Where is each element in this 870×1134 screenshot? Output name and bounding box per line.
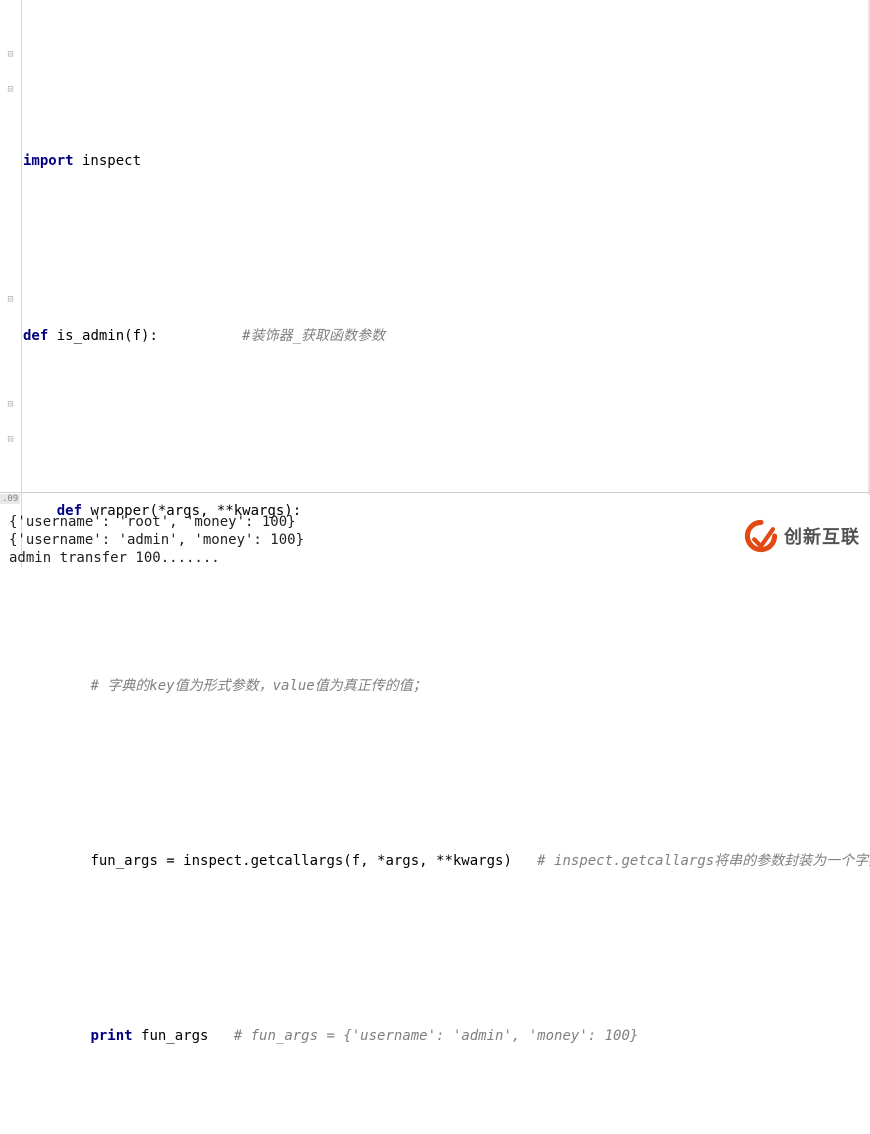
code-line[interactable]: fun_args = inspect.getcallargs(f, *args,… (21, 844, 868, 879)
ratio-indicator: .09 (0, 494, 20, 504)
code-editor[interactable]: import inspect def is_admin(f): #装饰器_获取函… (21, 0, 868, 1134)
comment: # fun_args = {'username': 'admin', 'mone… (234, 1028, 639, 1044)
watermark: 创新互联 (744, 519, 860, 553)
code-line[interactable]: print fun_args # fun_args = {'username':… (21, 1019, 868, 1054)
gutter: ⊟ ⊟ ⊟ ⊟ ⊟ (0, 0, 22, 567)
code-line[interactable]: # 字典的key值为形式参数，value值为真正传的值； (21, 669, 868, 704)
output-line: {'username': 'admin', 'money': 100} (9, 531, 304, 549)
comment: # inspect.getcallargs将串的参数封装为一个字典 (537, 853, 870, 869)
code-line[interactable]: def is_admin(f): #装饰器_获取函数参数 (21, 319, 868, 354)
fold-icon[interactable]: ⊟ (5, 294, 16, 305)
comment: #装饰器_获取函数参数 (242, 328, 385, 344)
fold-icon[interactable]: ⊟ (5, 49, 16, 60)
comment: # 字典的key值为形式参数，value值为真正传的值； (90, 678, 426, 694)
console-output[interactable]: {'username': 'root', 'money': 100} {'use… (9, 513, 304, 567)
output-line: admin transfer 100....... (9, 549, 304, 567)
fold-icon[interactable]: ⊟ (5, 434, 16, 445)
fold-icon[interactable]: ⊟ (5, 84, 16, 95)
code-line[interactable]: import inspect (21, 144, 868, 179)
ide-viewport: ⊟ ⊟ ⊟ ⊟ ⊟ import inspect def is_admin(f)… (0, 0, 870, 567)
output-line: {'username': 'root', 'money': 100} (9, 513, 304, 531)
keyword-def: def (23, 328, 48, 344)
pane-separator[interactable] (0, 492, 870, 493)
watermark-logo-icon (744, 519, 778, 553)
keyword-print: print (90, 1028, 132, 1044)
fold-icon[interactable]: ⊟ (5, 399, 16, 410)
watermark-text: 创新互联 (784, 523, 860, 549)
keyword-import: import (23, 153, 74, 169)
